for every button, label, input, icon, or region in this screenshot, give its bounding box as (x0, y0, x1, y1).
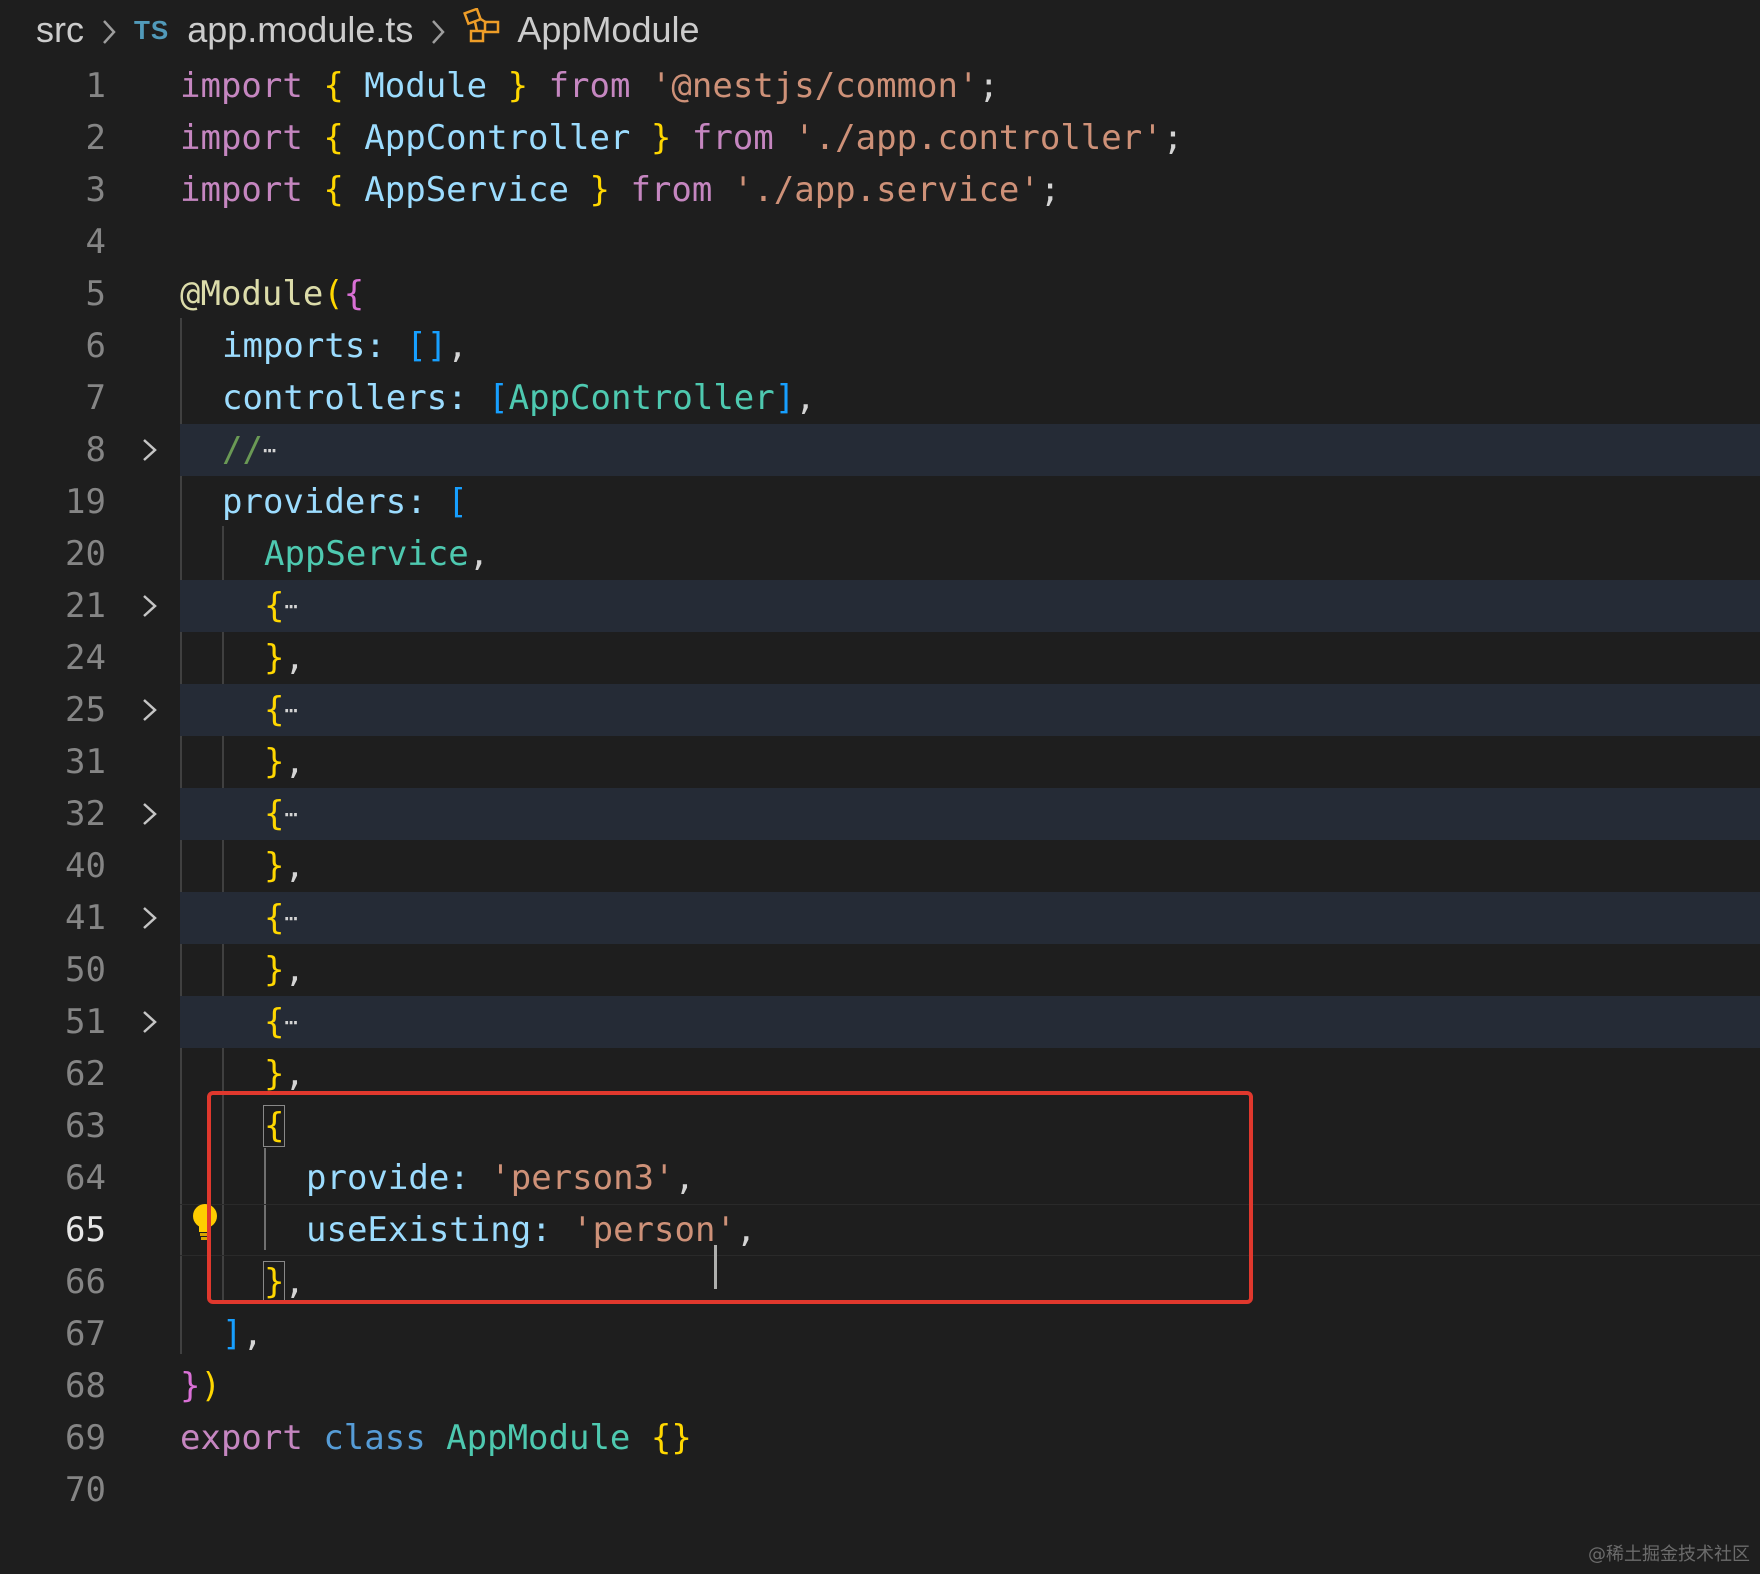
code-text: {⋯ (264, 586, 298, 626)
line-number: 20 (65, 534, 106, 574)
line-number: 51 (65, 1002, 106, 1042)
watermark: @稀土掘金技术社区 (1588, 1544, 1750, 1565)
folded-region-highlight (180, 996, 1760, 1048)
code-line[interactable]: 67 ], (0, 1308, 1760, 1360)
folded-region-highlight (180, 892, 1760, 944)
code-text: }, (264, 950, 305, 990)
code-line-folded[interactable]: 21 {⋯ (0, 580, 1760, 632)
chevron-right-icon[interactable] (136, 801, 162, 827)
line-number-active: 65 (65, 1210, 106, 1250)
code-text: import { Module } from '@nestjs/common'; (180, 66, 999, 106)
line-number: 19 (65, 482, 106, 522)
line-number: 21 (65, 586, 106, 626)
line-number: 32 (65, 794, 106, 834)
code-text: providers: [ (222, 482, 468, 522)
code-line-folded[interactable]: 32 {⋯ (0, 788, 1760, 840)
line-number: 70 (65, 1470, 106, 1510)
line-number: 50 (65, 950, 106, 990)
line-number: 5 (85, 274, 106, 314)
typescript-icon: TS (134, 14, 170, 45)
chevron-right-icon (413, 9, 463, 51)
code-text: {⋯ (264, 690, 298, 730)
line-number: 2 (85, 118, 106, 158)
line-number: 66 (65, 1262, 106, 1302)
code-text: {⋯ (264, 794, 298, 834)
code-line[interactable]: 40 }, (0, 840, 1760, 892)
line-number: 68 (65, 1366, 106, 1406)
line-number: 1 (85, 66, 106, 106)
line-number: 69 (65, 1418, 106, 1458)
code-line[interactable]: 4 (0, 216, 1760, 268)
folded-region-highlight (180, 788, 1760, 840)
code-text: AppService, (264, 534, 490, 574)
code-line[interactable]: 68 }) (0, 1360, 1760, 1412)
breadcrumb-symbol[interactable]: AppModule (517, 9, 699, 51)
code-line[interactable]: 2 import { AppController } from './app.c… (0, 112, 1760, 164)
line-number: 3 (85, 170, 106, 210)
highlight-annotation-box (207, 1091, 1253, 1304)
line-number: 64 (65, 1158, 106, 1198)
code-line[interactable]: 20 AppService, (0, 528, 1760, 580)
code-text: controllers: [AppController], (222, 378, 816, 418)
code-line[interactable]: 69 export class AppModule {} (0, 1412, 1760, 1464)
code-line[interactable]: 24 }, (0, 632, 1760, 684)
line-number: 31 (65, 742, 106, 782)
code-line[interactable]: 31 }, (0, 736, 1760, 788)
code-text: export class AppModule {} (180, 1418, 692, 1458)
code-text: ], (222, 1314, 263, 1354)
chevron-right-icon[interactable] (136, 697, 162, 723)
code-line-folded[interactable]: 25 {⋯ (0, 684, 1760, 736)
code-line-folded[interactable]: 8 //⋯ (0, 424, 1760, 476)
folded-region-highlight (180, 424, 1760, 476)
line-number: 8 (85, 430, 106, 470)
code-text: }, (264, 846, 305, 886)
line-number: 41 (65, 898, 106, 938)
line-number: 4 (85, 222, 106, 262)
line-number: 40 (65, 846, 106, 886)
line-number: 7 (85, 378, 106, 418)
module-symbol-icon (463, 6, 503, 53)
code-line[interactable]: 50 }, (0, 944, 1760, 996)
code-text: import { AppService } from './app.servic… (180, 170, 1061, 210)
code-line[interactable]: 19 providers: [ (0, 476, 1760, 528)
code-line[interactable]: 3 import { AppService } from './app.serv… (0, 164, 1760, 216)
line-number: 25 (65, 690, 106, 730)
line-number: 67 (65, 1314, 106, 1354)
code-text: }, (264, 638, 305, 678)
code-text: }) (180, 1366, 221, 1406)
line-number: 63 (65, 1106, 106, 1146)
breadcrumb-folder[interactable]: src (36, 9, 84, 51)
line-number: 62 (65, 1054, 106, 1094)
code-text: import { AppController } from './app.con… (180, 118, 1184, 158)
line-number: 6 (85, 326, 106, 366)
code-line[interactable]: 5 @Module({ (0, 268, 1760, 320)
folded-region-highlight (180, 580, 1760, 632)
code-line[interactable]: 7 controllers: [AppController], (0, 372, 1760, 424)
chevron-right-icon[interactable] (136, 905, 162, 931)
code-text: {⋯ (264, 898, 298, 938)
code-line[interactable]: 70 (0, 1464, 1760, 1516)
code-text: //⋯ (222, 430, 277, 470)
code-line[interactable]: 6 imports: [], (0, 320, 1760, 372)
chevron-right-icon (84, 9, 134, 51)
code-line-folded[interactable]: 51 {⋯ (0, 996, 1760, 1048)
code-editor[interactable]: src TS app.module.ts AppModule 1 import … (0, 0, 1760, 1574)
code-text: {⋯ (264, 1002, 298, 1042)
chevron-right-icon[interactable] (136, 437, 162, 463)
chevron-right-icon[interactable] (136, 593, 162, 619)
code-text: }, (264, 742, 305, 782)
breadcrumb: src TS app.module.ts AppModule (36, 0, 700, 60)
code-text: @Module({ (180, 274, 365, 314)
folded-region-highlight (180, 684, 1760, 736)
code-line-folded[interactable]: 41 {⋯ (0, 892, 1760, 944)
line-number: 24 (65, 638, 106, 678)
chevron-right-icon[interactable] (136, 1009, 162, 1035)
breadcrumb-file[interactable]: app.module.ts (187, 9, 413, 51)
code-line[interactable]: 1 import { Module } from '@nestjs/common… (0, 60, 1760, 112)
code-text: imports: [], (222, 326, 468, 366)
